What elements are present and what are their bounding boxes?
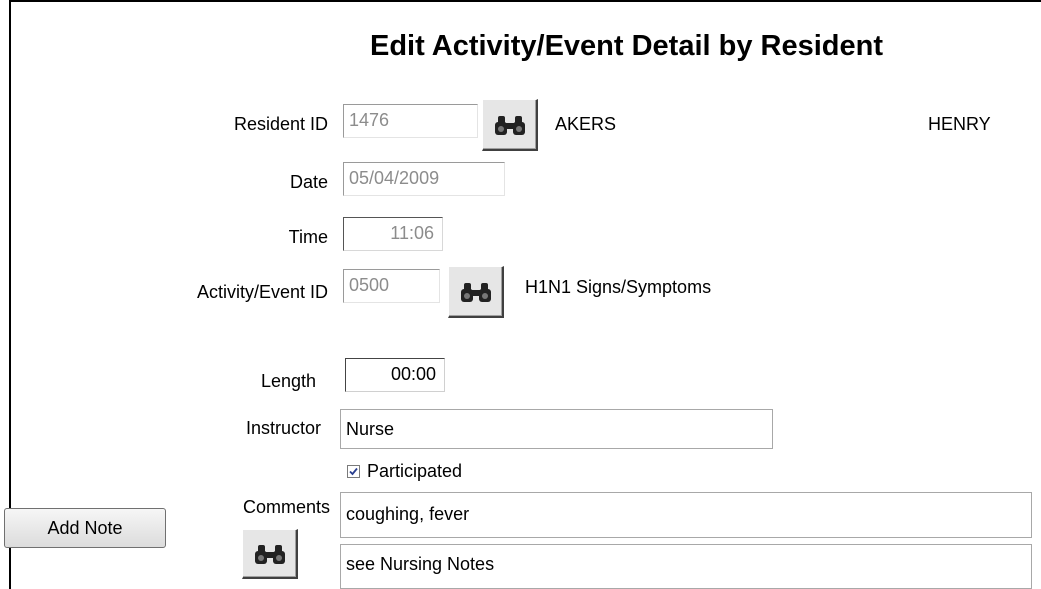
comments-label: Comments (242, 497, 330, 517)
activity-lookup-button[interactable] (448, 266, 504, 318)
date-label: Date (289, 172, 328, 192)
participated-label: Participated (367, 461, 463, 481)
time-field[interactable]: 11:06 (343, 217, 443, 251)
checkbox-box[interactable] (347, 465, 360, 478)
resident-first-name: HENRY (928, 114, 991, 134)
add-note-button[interactable]: Add Note (4, 508, 166, 548)
binoculars-icon (494, 115, 525, 135)
resident-id-field[interactable]: 1476 (343, 104, 478, 138)
checkmark-icon (349, 467, 358, 476)
participated-checkbox[interactable]: Participated (347, 461, 462, 482)
comments-line-2[interactable]: see Nursing Notes (340, 544, 1032, 589)
resident-lookup-button[interactable] (482, 99, 538, 151)
binoculars-icon (254, 544, 285, 564)
date-field[interactable]: 05/04/2009 (343, 162, 505, 196)
resident-last-name: AKERS (555, 114, 617, 134)
activity-id-field[interactable]: 0500 (343, 269, 440, 303)
instructor-label: Instructor (245, 418, 321, 438)
comments-line-1[interactable]: coughing, fever (340, 492, 1032, 538)
time-label: Time (288, 227, 328, 247)
activity-id-label: Activity/Event ID (196, 282, 328, 302)
comments-lookup-button[interactable] (242, 529, 298, 579)
resident-id-label: Resident ID (233, 114, 328, 134)
instructor-field[interactable]: Nurse (340, 409, 773, 449)
page-title: Edit Activity/Event Detail by Resident (370, 30, 883, 62)
length-field[interactable]: 00:00 (345, 358, 445, 392)
binoculars-icon (460, 282, 491, 302)
activity-description: H1N1 Signs/Symptoms (525, 277, 712, 297)
length-label: Length (260, 371, 316, 391)
